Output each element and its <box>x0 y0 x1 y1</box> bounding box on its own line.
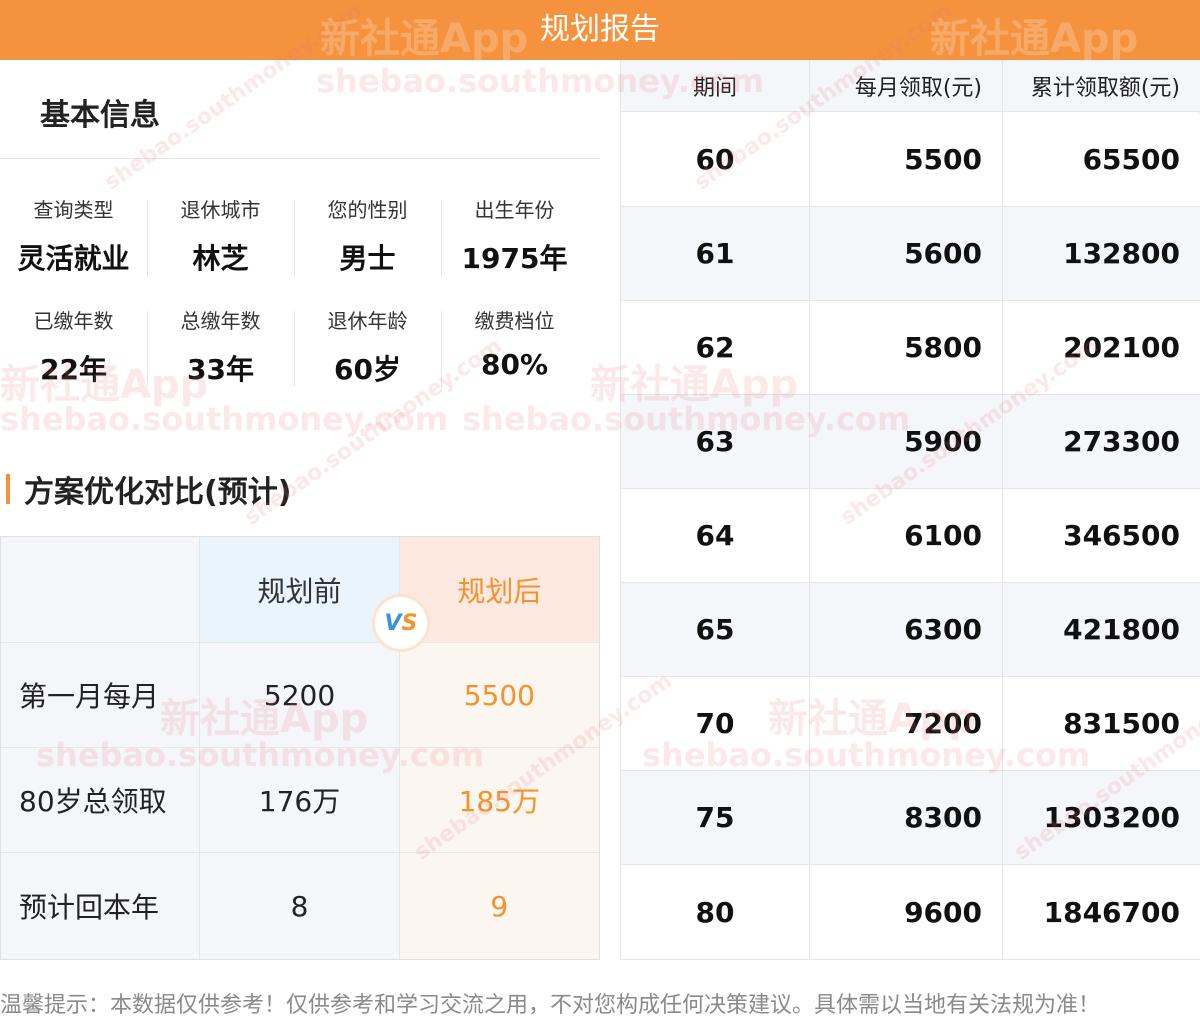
info-cell-contribution-level: 缴费档位 80% <box>441 301 588 387</box>
info-cell-gender: 您的性别 男士 <box>294 190 441 276</box>
info-label: 已缴年数 <box>33 309 114 333</box>
total-cell: 273300 <box>1063 425 1180 458</box>
comparison-row: 预计回本年 8 9 <box>1 853 599 959</box>
title-accent-bar <box>6 474 10 504</box>
header-period: 期间 <box>621 60 810 111</box>
info-label: 您的性别 <box>327 198 408 222</box>
info-label: 退休城市 <box>180 198 261 222</box>
period-cell: 80 <box>621 865 810 959</box>
comparison-after-value: 185万 <box>399 748 599 852</box>
total-cell: 132800 <box>1063 237 1180 270</box>
header-bar: 新社通App 新社通App 规划报告 <box>0 0 1200 60</box>
total-cell: 1846700 <box>1043 895 1180 929</box>
info-cell-city: 退休城市 林芝 <box>147 190 294 276</box>
info-cell-retire-age: 退休年龄 60岁 <box>294 301 441 387</box>
monthly-cell: 5800 <box>810 301 1003 394</box>
total-cell: 65500 <box>1082 143 1180 176</box>
page-title: 规划报告 <box>540 12 660 47</box>
period-cell: 65 <box>621 583 810 676</box>
monthly-cell: 9600 <box>810 865 1003 959</box>
header-after: 规划后 <box>399 537 599 642</box>
monthly-cell: 5500 <box>810 113 1003 206</box>
comparison-table: 规划前 规划后 VS 第一月每月 5200 5500 80岁总领取 176万 1… <box>0 536 600 960</box>
comparison-row-label: 预计回本年 <box>1 853 201 959</box>
info-label: 总缴年数 <box>180 309 261 333</box>
info-value: 灵活就业 <box>17 242 130 275</box>
comparison-header-row: 规划前 规划后 <box>1 537 599 643</box>
vs-badge: VS <box>375 597 427 649</box>
info-value: 33年 <box>187 353 254 386</box>
info-value: 60岁 <box>334 353 401 386</box>
info-label: 出生年份 <box>474 198 555 222</box>
payout-schedule-table: 期间 每月领取(元) 累计领取额(元) 60 5500 65500 61 560… <box>620 60 1200 960</box>
period-cell: 64 <box>621 489 810 582</box>
schedule-row: 75 8300 1303200 <box>621 771 1200 865</box>
total-cell: 1303200 <box>1043 801 1180 834</box>
disclaimer-footer: 温馨提示：本数据仅供参考！仅供参考和学习交流之用，不对您构成任何决策建议。具体需… <box>0 993 1101 1018</box>
comparison-row-label: 第一月每月 <box>1 643 201 747</box>
comparison-row: 第一月每月 5200 5500 <box>1 643 599 748</box>
period-cell: 61 <box>621 207 810 300</box>
comparison-before-value: 5200 <box>200 643 400 747</box>
header-monthly: 每月领取(元) <box>810 60 1003 111</box>
schedule-header-row: 期间 每月领取(元) 累计领取额(元) <box>621 60 1200 112</box>
basic-info-title: 基本信息 <box>40 98 160 133</box>
schedule-row: 60 5500 65500 <box>621 113 1200 207</box>
vs-v: V <box>384 610 402 636</box>
monthly-cell: 6300 <box>810 583 1003 676</box>
comparison-row: 80岁总领取 176万 185万 <box>1 748 599 853</box>
info-value: 林芝 <box>192 242 249 275</box>
info-label: 查询类型 <box>33 198 114 222</box>
left-panel: 基本信息 查询类型 灵活就业 退休城市 林芝 您的性别 男士 出生年份 1975… <box>0 60 600 960</box>
comparison-after-value: 5500 <box>399 643 599 747</box>
comparison-after-value: 9 <box>399 853 599 959</box>
period-cell: 62 <box>621 301 810 394</box>
info-cell-total-years: 总缴年数 33年 <box>147 301 294 387</box>
comparison-before-value: 176万 <box>200 748 400 852</box>
info-row-2: 已缴年数 22年 总缴年数 33年 退休年龄 60岁 缴费档位 80% <box>0 301 588 387</box>
period-cell: 70 <box>621 677 810 770</box>
total-cell: 346500 <box>1063 519 1180 552</box>
schedule-row: 62 5800 202100 <box>621 301 1200 395</box>
info-label: 退休年龄 <box>327 309 408 333</box>
comparison-title: 方案优化对比(预计) <box>6 472 291 510</box>
schedule-row: 64 6100 346500 <box>621 489 1200 583</box>
vs-s: S <box>401 610 418 636</box>
info-cell-birth-year: 出生年份 1975年 <box>441 190 588 276</box>
comparison-before-value: 8 <box>200 853 400 959</box>
schedule-row: 61 5600 132800 <box>621 207 1200 301</box>
total-cell: 831500 <box>1063 707 1180 740</box>
comparison-title-text: 方案优化对比(预计) <box>24 475 292 510</box>
info-value: 男士 <box>339 242 396 275</box>
info-row-1: 查询类型 灵活就业 退休城市 林芝 您的性别 男士 出生年份 1975年 <box>0 190 588 276</box>
info-value: 1975年 <box>461 242 568 275</box>
divider <box>0 158 600 159</box>
info-label: 缴费档位 <box>474 309 555 333</box>
schedule-row: 80 9600 1846700 <box>621 865 1200 959</box>
header-total: 累计领取额(元) <box>1030 75 1180 101</box>
period-cell: 63 <box>621 395 810 488</box>
schedule-row: 65 6300 421800 <box>621 583 1200 677</box>
schedule-row: 63 5900 273300 <box>621 395 1200 489</box>
info-cell-paid-years: 已缴年数 22年 <box>0 301 147 386</box>
monthly-cell: 7200 <box>810 677 1003 770</box>
schedule-row: 70 7200 831500 <box>621 677 1200 771</box>
monthly-cell: 8300 <box>810 771 1003 864</box>
info-value: 22年 <box>40 353 107 386</box>
comparison-header-blank <box>1 537 201 642</box>
monthly-cell: 5600 <box>810 207 1003 300</box>
info-cell-query-type: 查询类型 灵活就业 <box>0 190 147 275</box>
period-cell: 75 <box>621 771 810 864</box>
total-cell: 421800 <box>1063 613 1180 646</box>
info-value: 80% <box>480 348 549 381</box>
total-cell: 202100 <box>1063 331 1180 364</box>
monthly-cell: 6100 <box>810 489 1003 582</box>
monthly-cell: 5900 <box>810 395 1003 488</box>
period-cell: 60 <box>621 113 810 206</box>
comparison-row-label: 80岁总领取 <box>1 748 201 852</box>
header-before: 规划前 <box>200 537 400 642</box>
